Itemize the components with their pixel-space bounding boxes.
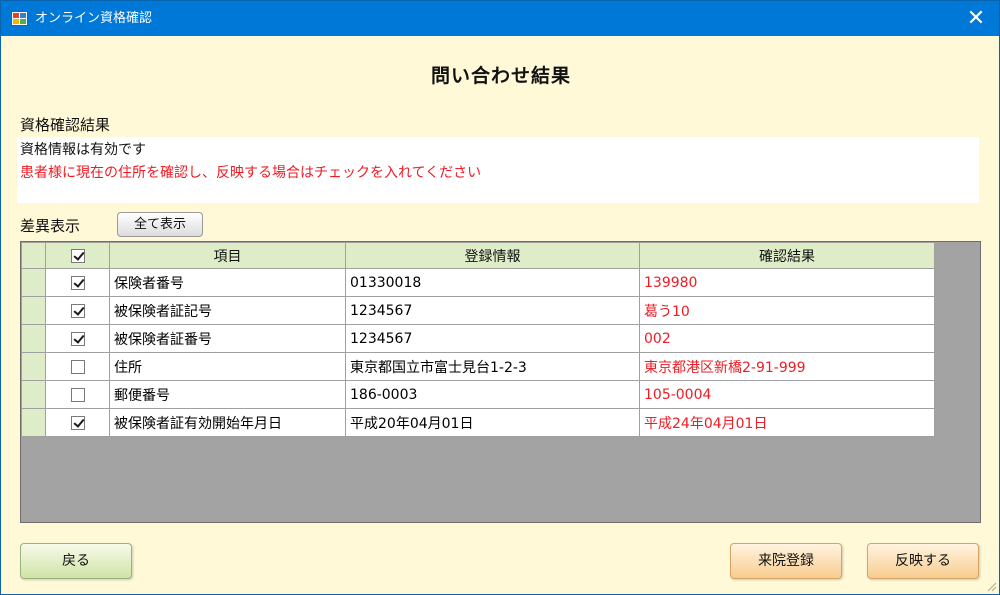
select-all-checkbox[interactable] <box>70 248 85 263</box>
column-header-confirmed[interactable]: 確認結果 <box>639 242 935 269</box>
item-cell: 被保険者証記号 <box>109 296 346 325</box>
result-instruction-text: 患者様に現在の住所を確認し、反映する場合はチェックを入れてください <box>20 165 482 181</box>
app-icon <box>11 11 28 26</box>
row-checkbox[interactable] <box>70 387 85 402</box>
item-cell: 被保険者証番号 <box>109 324 346 353</box>
table-row[interactable]: 被保険者証番号 1234567 002 <box>21 324 935 353</box>
row-checkbox-cell[interactable] <box>45 324 110 353</box>
confirmed-value-cell: 葛う10 <box>639 296 935 325</box>
app-window: オンライン資格確認 ✕ 問い合わせ結果 資格確認結果 資格情報は有効です 患者様… <box>0 0 1000 595</box>
page-title: 問い合わせ結果 <box>430 65 571 87</box>
window-title: オンライン資格確認 <box>35 11 153 26</box>
table-row[interactable]: 住所 東京都国立市富士見台1-2-3 東京都港区新橋2-91-999 <box>21 352 935 381</box>
table-row[interactable]: 郵便番号 186-0003 105-0004 <box>21 380 935 409</box>
registered-value-cell: 186-0003 <box>345 380 640 409</box>
result-section-label: 資格確認結果 <box>20 116 111 134</box>
column-header-registered[interactable]: 登録情報 <box>345 242 640 269</box>
title-bar[interactable]: オンライン資格確認 ✕ <box>1 1 999 36</box>
result-status-text: 資格情報は有効です <box>20 142 146 158</box>
item-cell: 住所 <box>109 352 346 381</box>
row-checkbox-cell[interactable] <box>45 268 110 297</box>
row-checkbox[interactable] <box>70 303 85 318</box>
table-row[interactable]: 保険者番号 01330018 139980 <box>21 268 935 297</box>
diff-table: 項目 登録情報 確認結果 保険者番号 01330018 139980 被保険者証記号 1… <box>21 242 935 437</box>
close-button[interactable]: ✕ <box>953 1 999 36</box>
row-header-cell[interactable] <box>21 296 46 325</box>
show-all-button[interactable]: 全て表示 <box>117 212 203 237</box>
row-checkbox-cell[interactable] <box>45 408 110 437</box>
confirmed-value-cell: 105-0004 <box>639 380 935 409</box>
table-row[interactable]: 被保険者証有効開始年月日 平成20年04月01日 平成24年04月01日 <box>21 408 935 437</box>
row-checkbox[interactable] <box>70 331 85 346</box>
diff-header-row: 項目 登録情報 確認結果 <box>21 242 935 269</box>
row-checkbox[interactable] <box>70 359 85 374</box>
row-checkbox-cell[interactable] <box>45 296 110 325</box>
resize-grip-icon[interactable] <box>985 580 997 592</box>
confirmed-value-cell: 002 <box>639 324 935 353</box>
registered-value-cell: 1234567 <box>345 296 640 325</box>
visit-register-button[interactable]: 来院登録 <box>730 543 842 579</box>
back-button[interactable]: 戻る <box>20 543 132 579</box>
result-message-box: 資格情報は有効です 患者様に現在の住所を確認し、反映する場合はチェックを入れてく… <box>17 137 979 203</box>
apply-button[interactable]: 反映する <box>867 543 979 579</box>
table-row[interactable]: 被保険者証記号 1234567 葛う10 <box>21 296 935 325</box>
item-cell: 郵便番号 <box>109 380 346 409</box>
column-header-item[interactable]: 項目 <box>109 242 346 269</box>
row-checkbox[interactable] <box>70 415 85 430</box>
registered-value-cell: 東京都国立市富士見台1-2-3 <box>345 352 640 381</box>
row-header-cell[interactable] <box>21 268 46 297</box>
diff-grid: 項目 登録情報 確認結果 保険者番号 01330018 139980 被保険者証記号 1… <box>20 241 981 523</box>
row-header-cell[interactable] <box>21 408 46 437</box>
row-header-corner <box>21 242 46 269</box>
item-cell: 保険者番号 <box>109 268 346 297</box>
row-checkbox[interactable] <box>70 275 85 290</box>
row-header-cell[interactable] <box>21 324 46 353</box>
row-checkbox-cell[interactable] <box>45 380 110 409</box>
diff-display-label: 差異表示 <box>20 217 81 235</box>
confirmed-value-cell: 東京都港区新橋2-91-999 <box>639 352 935 381</box>
confirmed-value-cell: 139980 <box>639 268 935 297</box>
confirmed-value-cell: 平成24年04月01日 <box>639 408 935 437</box>
row-header-cell[interactable] <box>21 352 46 381</box>
item-cell: 被保険者証有効開始年月日 <box>109 408 346 437</box>
header-checkbox-cell[interactable] <box>45 242 110 269</box>
registered-value-cell: 01330018 <box>345 268 640 297</box>
row-checkbox-cell[interactable] <box>45 352 110 381</box>
registered-value-cell: 平成20年04月01日 <box>345 408 640 437</box>
row-header-cell[interactable] <box>21 380 46 409</box>
registered-value-cell: 1234567 <box>345 324 640 353</box>
